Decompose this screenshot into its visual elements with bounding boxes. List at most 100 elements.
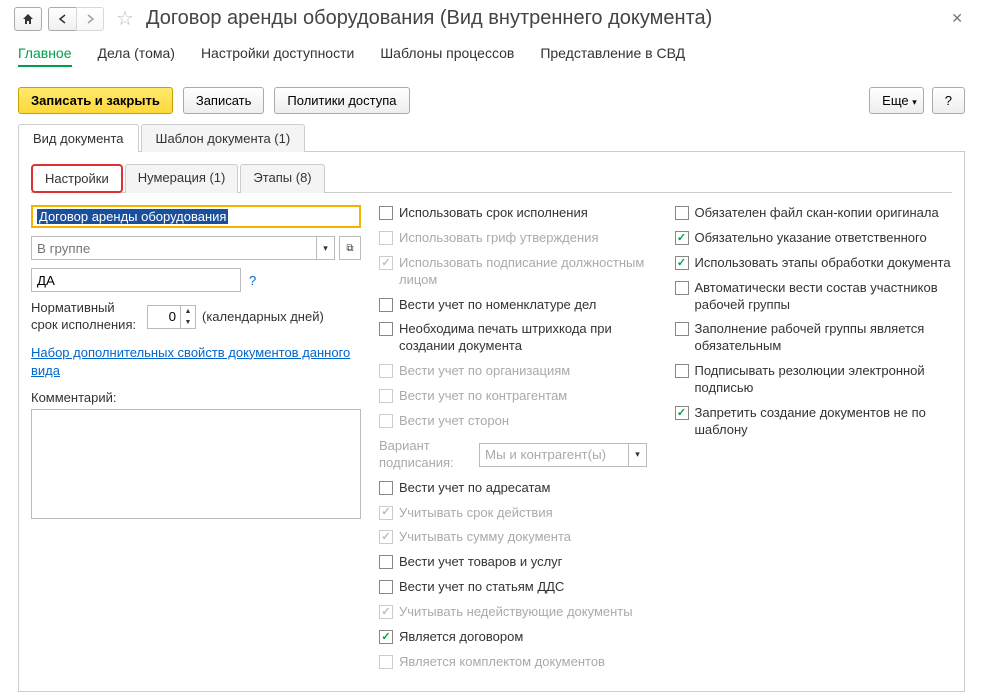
code-input[interactable] bbox=[31, 268, 241, 292]
tab-doc-type[interactable]: Вид документа bbox=[18, 124, 139, 152]
nav-links: Главное Дела (тома) Настройки доступност… bbox=[0, 35, 983, 81]
checkbox-label: Автоматически вести состав участников ра… bbox=[695, 280, 953, 314]
checkbox-label: Вести учет по контрагентам bbox=[399, 388, 567, 405]
nav-templates[interactable]: Шаблоны процессов bbox=[380, 45, 514, 67]
checkbox-row: Использовать этапы обработки документа bbox=[675, 255, 953, 272]
back-button[interactable] bbox=[48, 7, 76, 31]
checkbox[interactable] bbox=[675, 406, 689, 420]
spin-down-icon[interactable]: ▼ bbox=[181, 317, 195, 328]
checkbox bbox=[379, 231, 393, 245]
checkbox-label: Использовать срок исполнения bbox=[399, 205, 588, 222]
checkbox-label: Использовать подписание должностным лицо… bbox=[399, 255, 657, 289]
checkbox-row: Необходима печать штрихкода при создании… bbox=[379, 321, 657, 355]
checkbox-label: Использовать этапы обработки документа bbox=[695, 255, 951, 272]
checkbox-row: Запретить создание документов не по шабл… bbox=[675, 405, 953, 439]
checkbox-row: Вести учет по контрагентам bbox=[379, 388, 657, 405]
code-help-icon[interactable]: ? bbox=[249, 273, 256, 288]
nav-cases[interactable]: Дела (тома) bbox=[98, 45, 175, 67]
checkbox-label: Является договором bbox=[399, 629, 523, 646]
nav-access[interactable]: Настройки доступности bbox=[201, 45, 354, 67]
checkbox-label: Учитывать срок действия bbox=[399, 505, 553, 522]
checkbox[interactable] bbox=[675, 231, 689, 245]
subtab-numbering[interactable]: Нумерация (1) bbox=[125, 164, 239, 193]
checkbox-row: Учитывать сумму документа bbox=[379, 529, 657, 546]
variant-dropdown-icon[interactable]: ▾ bbox=[629, 443, 647, 467]
nav-main[interactable]: Главное bbox=[18, 45, 72, 67]
norm-label: Нормативный срок исполнения: bbox=[31, 300, 141, 334]
home-button[interactable] bbox=[14, 7, 42, 31]
checkbox-label: Использовать гриф утверждения bbox=[399, 230, 598, 247]
comment-label: Комментарий: bbox=[31, 390, 361, 405]
checkbox-row: Вести учет по организациям bbox=[379, 363, 657, 380]
main-tabs: Вид документа Шаблон документа (1) bbox=[18, 124, 965, 152]
checkbox[interactable] bbox=[379, 206, 393, 220]
checkbox bbox=[379, 256, 393, 270]
checkbox-label: Вести учет товаров и услуг bbox=[399, 554, 562, 571]
checkbox-row: Использовать срок исполнения bbox=[379, 205, 657, 222]
checkbox bbox=[379, 364, 393, 378]
checkbox-label: Заполнение рабочей группы является обяза… bbox=[695, 321, 953, 355]
checkbox-label: Обязателен файл скан-копии оригинала bbox=[695, 205, 939, 222]
checkbox bbox=[379, 530, 393, 544]
favorite-icon[interactable]: ☆ bbox=[116, 6, 134, 31]
checkbox bbox=[379, 389, 393, 403]
nav-svd[interactable]: Представление в СВД bbox=[540, 45, 685, 67]
group-open-button[interactable]: ⧉ bbox=[339, 236, 361, 260]
checkbox-row: Использовать гриф утверждения bbox=[379, 230, 657, 247]
tab-doc-template[interactable]: Шаблон документа (1) bbox=[141, 124, 306, 152]
comment-textarea[interactable] bbox=[31, 409, 361, 519]
checkbox-label: Учитывать сумму документа bbox=[399, 529, 571, 546]
checkbox-row: Учитывать срок действия bbox=[379, 505, 657, 522]
variant-select[interactable] bbox=[479, 443, 629, 467]
checkbox bbox=[379, 506, 393, 520]
checkbox-row: Заполнение рабочей группы является обяза… bbox=[675, 321, 953, 355]
name-field[interactable]: Договор аренды оборудования bbox=[31, 205, 361, 228]
extra-props-link[interactable]: Набор дополнительных свойств документов … bbox=[31, 344, 361, 380]
variant-label: Вариант подписания: bbox=[379, 438, 469, 472]
close-button[interactable]: ✕ bbox=[945, 10, 969, 27]
group-input[interactable] bbox=[31, 236, 317, 260]
checkbox-row: Учитывать недействующие документы bbox=[379, 604, 657, 621]
help-button[interactable]: ? bbox=[932, 87, 965, 114]
checkbox-row: Обязательно указание ответственного bbox=[675, 230, 953, 247]
subtab-stages[interactable]: Этапы (8) bbox=[240, 164, 324, 193]
more-button[interactable]: Еще ▾ bbox=[869, 87, 924, 114]
checkbox bbox=[379, 605, 393, 619]
days-suffix: (календарных дней) bbox=[202, 309, 324, 324]
forward-button[interactable] bbox=[76, 7, 104, 31]
checkbox[interactable] bbox=[379, 580, 393, 594]
checkbox-row: Использовать подписание должностным лицо… bbox=[379, 255, 657, 289]
checkbox[interactable] bbox=[675, 322, 689, 336]
checkbox-row: Является комплектом документов bbox=[379, 654, 657, 671]
checkbox-label: Учитывать недействующие документы bbox=[399, 604, 633, 621]
checkbox-row: Обязателен файл скан-копии оригинала bbox=[675, 205, 953, 222]
checkbox bbox=[379, 655, 393, 669]
checkbox[interactable] bbox=[379, 630, 393, 644]
days-input[interactable] bbox=[148, 306, 180, 328]
checkbox-label: Вести учет по статьям ДДС bbox=[399, 579, 564, 596]
checkbox[interactable] bbox=[379, 481, 393, 495]
checkbox-row: Является договором bbox=[379, 629, 657, 646]
checkbox[interactable] bbox=[675, 206, 689, 220]
checkbox-label: Вести учет по номенклатуре дел bbox=[399, 297, 596, 314]
checkbox-label: Вести учет по адресатам bbox=[399, 480, 550, 497]
checkbox-label: Необходима печать штрихкода при создании… bbox=[399, 321, 657, 355]
subtab-settings[interactable]: Настройки bbox=[31, 164, 123, 193]
checkbox[interactable] bbox=[675, 364, 689, 378]
checkbox-row: Вести учет по статьям ДДС bbox=[379, 579, 657, 596]
checkbox[interactable] bbox=[379, 555, 393, 569]
checkbox-row: Подписывать резолюции электронной подпис… bbox=[675, 363, 953, 397]
save-button[interactable]: Записать bbox=[183, 87, 265, 114]
days-spinner[interactable]: ▲▼ bbox=[147, 305, 196, 329]
spin-up-icon[interactable]: ▲ bbox=[181, 306, 195, 317]
sub-tabs: Настройки Нумерация (1) Этапы (8) bbox=[31, 164, 952, 193]
chevron-down-icon: ▾ bbox=[912, 97, 917, 107]
checkbox[interactable] bbox=[675, 256, 689, 270]
policies-button[interactable]: Политики доступа bbox=[274, 87, 409, 114]
save-close-button[interactable]: Записать и закрыть bbox=[18, 87, 173, 114]
checkbox[interactable] bbox=[379, 298, 393, 312]
checkbox[interactable] bbox=[675, 281, 689, 295]
checkbox[interactable] bbox=[379, 322, 393, 336]
checkbox-label: Подписывать резолюции электронной подпис… bbox=[695, 363, 953, 397]
group-dropdown-icon[interactable]: ▾ bbox=[317, 236, 335, 260]
